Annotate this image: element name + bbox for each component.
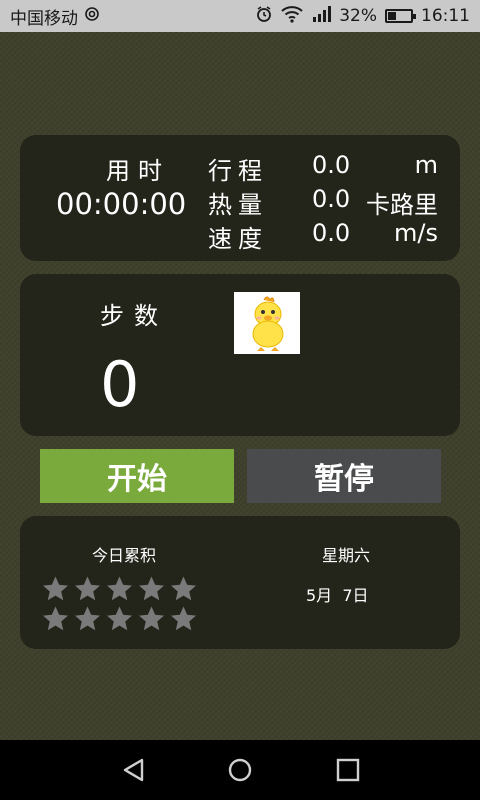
distance-row: 行程 0.0 m	[208, 151, 438, 185]
app-content: 用时 00:00:00 行程 0.0 m 热量 0.0 卡路里 速度 0.0 m…	[0, 32, 480, 740]
speed-unit: m/s	[394, 219, 438, 247]
speed-row: 速度 0.0 m/s	[208, 219, 438, 253]
weekday: 星期六	[322, 546, 371, 565]
star-icon	[107, 576, 132, 601]
carrier-name: 中国移动	[10, 8, 78, 29]
speed-value: 0.0	[312, 219, 351, 247]
summary-panel: 用时 00:00:00 行程 0.0 m 热量 0.0 卡路里 速度 0.0 m…	[20, 135, 460, 261]
start-button[interactable]: 开始	[40, 449, 234, 503]
today-panel: 今日累积 星期六 5月 7日	[20, 516, 460, 649]
calories-row: 热量 0.0 卡路里	[208, 185, 438, 219]
star-row	[40, 574, 200, 604]
star-icon	[75, 576, 100, 601]
home-icon[interactable]	[226, 756, 254, 788]
steps-panel: 步数 0	[20, 274, 460, 436]
speed-label: 速度	[208, 225, 268, 253]
star-icon	[171, 576, 196, 601]
calories-unit: 卡路里	[366, 191, 438, 219]
time-label: 用时	[106, 157, 170, 185]
star-icon	[75, 606, 100, 631]
status-bar: 中国移动 32% 16:11	[0, 0, 480, 32]
pause-button[interactable]: 暂停	[247, 449, 441, 503]
distance-unit: m	[414, 151, 438, 179]
wifi-icon	[281, 5, 303, 28]
steps-label: 步数	[100, 302, 168, 330]
alarm-icon	[255, 5, 273, 28]
battery-percent: 32%	[339, 6, 377, 26]
nfc-icon	[84, 6, 100, 27]
distance-label: 行程	[208, 157, 268, 185]
clock: 16:11	[421, 6, 470, 26]
today-label: 今日累积	[92, 546, 157, 565]
star-icon	[43, 606, 68, 631]
distance-value: 0.0	[312, 151, 351, 179]
steps-count: 0	[100, 348, 140, 421]
star-icon	[139, 606, 164, 631]
time-value: 00:00:00	[56, 187, 187, 221]
signal-icon	[311, 5, 332, 28]
calories-value: 0.0	[312, 185, 351, 213]
navigation-bar	[0, 740, 480, 800]
star-icon	[107, 606, 132, 631]
star-row	[40, 604, 200, 634]
calories-label: 热量	[208, 191, 268, 219]
star-icon	[43, 576, 68, 601]
duck-icon	[234, 292, 300, 354]
back-icon[interactable]	[120, 756, 148, 788]
recents-icon[interactable]	[334, 756, 362, 788]
battery-icon	[385, 9, 416, 23]
star-icon	[139, 576, 164, 601]
star-icon	[171, 606, 196, 631]
date: 5月 7日	[306, 586, 369, 605]
star-rating	[40, 574, 200, 634]
